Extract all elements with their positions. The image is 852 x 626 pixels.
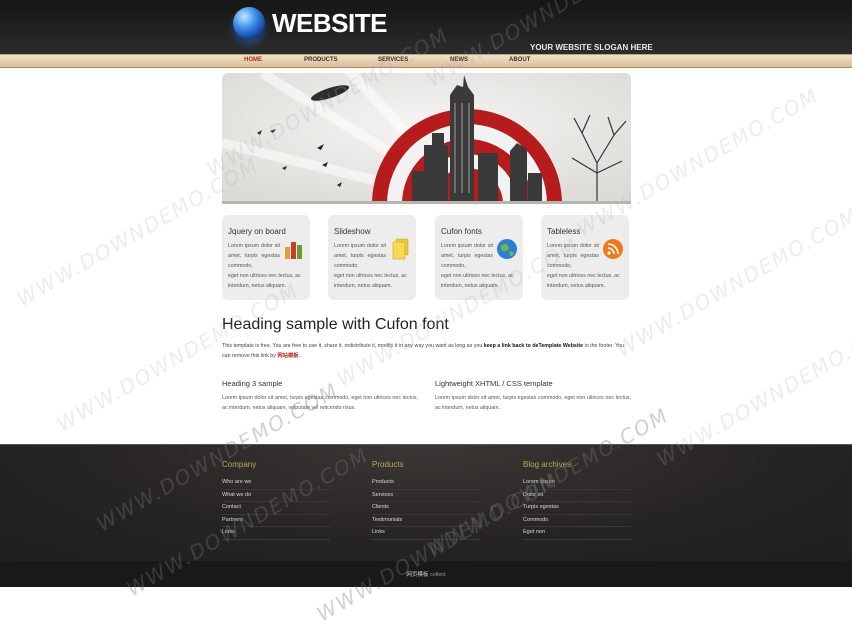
feature-box-cufon: Cufon fonts Lorem ipsum dolor sit amet, … bbox=[435, 215, 523, 300]
nav-item-products[interactable]: PRODUCTS bbox=[304, 57, 338, 63]
header: WEBSITE YOUR WEBSITE SLOGAN HERE bbox=[0, 0, 852, 54]
feature-text-continued: eget non ultrices nec lectus, ac interdu… bbox=[334, 273, 407, 289]
main-heading: Heading sample with Cufon font bbox=[222, 316, 449, 333]
feature-box-slideshow: Slideshow Lorem ipsum dolor sit amet, tu… bbox=[328, 215, 416, 300]
footer-link[interactable]: Eget non bbox=[523, 527, 631, 540]
footer-heading-blog: Blog archives bbox=[523, 460, 572, 469]
footer-heading-products: Products bbox=[372, 460, 404, 469]
footer-link[interactable]: What we do bbox=[222, 490, 330, 502]
footer-links-products: Products Services Clients Testimonials L… bbox=[372, 477, 480, 540]
footer-link[interactable]: Services bbox=[372, 490, 480, 502]
feature-text-continued: eget non ultrices nec lectus, ac interdu… bbox=[441, 273, 514, 289]
nav-item-about[interactable]: ABOUT bbox=[509, 57, 530, 63]
feature-text: Lorem ipsum dolor sit amet, turpis egest… bbox=[547, 243, 599, 269]
footer-link[interactable]: Partners bbox=[222, 515, 330, 527]
main-nav: HOME PRODUCTS SERVICES NEWS ABOUT bbox=[0, 54, 852, 68]
footer: Company Who are we What we do Contact Pa… bbox=[0, 444, 852, 562]
col1-heading: Heading 3 sample bbox=[222, 379, 283, 388]
footer-link[interactable]: Lorem ipsum bbox=[523, 477, 631, 490]
feature-text: Lorem ipsum dolor sit amet, turpis egest… bbox=[441, 243, 493, 269]
remove-link[interactable]: 网站模板 bbox=[277, 353, 298, 359]
globe-logo-icon[interactable] bbox=[233, 7, 265, 39]
intro-paragraph: This template is free. You are free to u… bbox=[222, 341, 632, 361]
intro-text: This template is free. You are free to u… bbox=[222, 343, 484, 349]
feature-text-continued: eget non ultrices nec lectus, ac interdu… bbox=[228, 273, 301, 289]
footer-link[interactable]: Links bbox=[372, 527, 480, 540]
footer-links-company: Who are we What we do Contact Partners L… bbox=[222, 477, 330, 540]
nav-item-home[interactable]: HOME bbox=[244, 57, 262, 63]
watermark: WWW.DOWNDEMO.COM bbox=[612, 202, 852, 362]
copyright-text: collect bbox=[428, 572, 446, 578]
site-logo-text[interactable]: WEBSITE bbox=[272, 8, 387, 39]
footer-link[interactable]: Who are we bbox=[222, 477, 330, 490]
copyright: 网页模板 collect bbox=[0, 570, 852, 578]
footer-link[interactable]: Contact bbox=[222, 502, 330, 515]
documents-icon bbox=[392, 238, 409, 260]
bar-chart-icon bbox=[285, 242, 302, 259]
feature-text-continued: eget non ultrices nec lectus, ac interdu… bbox=[547, 273, 620, 289]
footer-link[interactable]: Turpis egestas bbox=[523, 502, 631, 515]
intro-bold-text: keep a link back to deTemplate Website bbox=[483, 343, 584, 349]
footer-link[interactable]: Testimonials bbox=[372, 515, 480, 527]
col2-text: Lorem ipsum dolor sit amet, turpis egest… bbox=[435, 395, 631, 411]
intro-end: . bbox=[298, 353, 301, 359]
site-slogan: YOUR WEBSITE SLOGAN HERE bbox=[530, 43, 653, 52]
feature-text: Lorem ipsum dolor sit amet, turpis egest… bbox=[228, 243, 280, 269]
copyright-link[interactable]: 网页模板 bbox=[406, 572, 428, 578]
feature-box-tableless: Tableless Lorem ipsum dolor sit amet, tu… bbox=[541, 215, 629, 300]
feature-title: Tableless bbox=[547, 227, 581, 236]
feature-box-jquery: Jquery on board Lorem ipsum dolor sit am… bbox=[222, 215, 310, 300]
footer-link[interactable]: Commodo bbox=[523, 515, 631, 527]
feature-text: Lorem ipsum dolor sit amet, turpis egest… bbox=[334, 243, 386, 269]
footer-links-blog: Lorem ipsum Dolor sit Turpis egestas Com… bbox=[523, 477, 631, 540]
feature-title: Cufon fonts bbox=[441, 227, 482, 236]
bottom-bar: 网页模板 collect bbox=[0, 561, 852, 587]
footer-link[interactable]: Links bbox=[222, 527, 330, 540]
globe-icon bbox=[497, 239, 517, 259]
feature-title: Jquery on board bbox=[228, 227, 286, 236]
col2-heading: Lightweight XHTML / CSS template bbox=[435, 379, 553, 388]
feature-title: Slideshow bbox=[334, 227, 371, 236]
nav-item-services[interactable]: SERVICES bbox=[378, 57, 408, 63]
hero-banner bbox=[222, 73, 631, 204]
rss-icon bbox=[603, 239, 623, 259]
footer-heading-company: Company bbox=[222, 460, 257, 469]
hero-illustration bbox=[222, 73, 631, 204]
col1-text: Lorem ipsum dolor sit amet, turpis egest… bbox=[222, 395, 418, 411]
footer-link[interactable]: Clients bbox=[372, 502, 480, 515]
nav-item-news[interactable]: NEWS bbox=[450, 57, 468, 63]
footer-link[interactable]: Dolor sit bbox=[523, 490, 631, 502]
footer-link[interactable]: Products bbox=[372, 477, 480, 490]
